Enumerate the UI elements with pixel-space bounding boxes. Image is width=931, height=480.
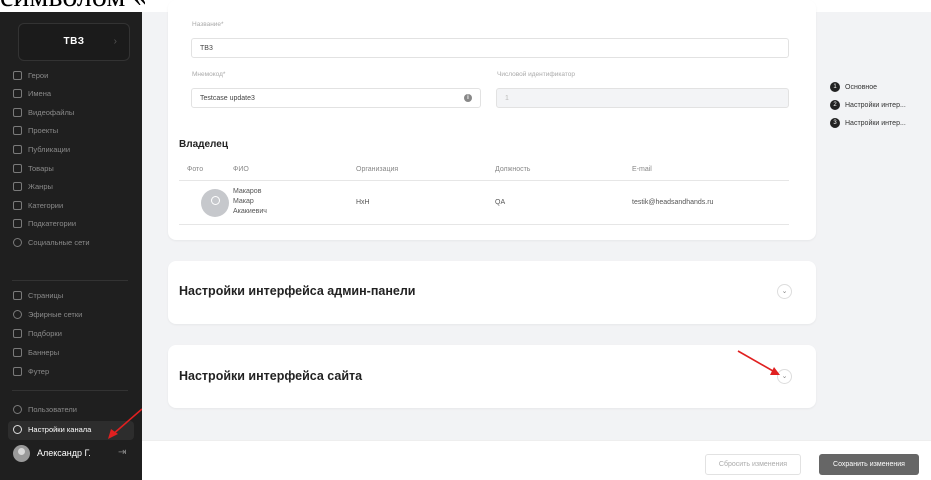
sidebar-item-products[interactable]: Товары [13,161,54,175]
projects-icon [13,125,22,135]
bag-icon [13,163,22,173]
numeric-id-label: Числовой идентификатор [497,71,575,78]
collection-icon [13,328,22,338]
owner-title: Владелец [179,139,228,150]
reset-button[interactable]: Сбросить изменения [705,454,801,475]
sidebar-item-channel-settings[interactable]: Настройки канала [13,422,91,436]
save-button[interactable]: Сохранить изменения [819,454,919,475]
avatar [201,189,229,217]
sidebar-item-names[interactable]: Имена [13,86,51,100]
mnemonic-value: Testcase update3 [200,95,255,102]
col-position: Должность [495,166,531,173]
link-icon [13,237,22,247]
sidebar-item-categories[interactable]: Категории [13,198,63,212]
chevron-down-icon[interactable]: ⌄ [777,369,792,384]
numeric-id-field: 1 [496,88,789,108]
channel-name: ТВЗ [63,36,85,47]
accordion-title-site: Настройки интерфейса сайта [179,369,363,383]
footer-icon [13,366,22,376]
chevron-right-icon: › [113,36,117,47]
sidebar-item-social[interactable]: Социальные сети [13,235,90,249]
action-bar: Сбросить изменения Сохранить изменения [142,440,931,480]
star-icon [13,88,22,98]
sidebar-item-publications[interactable]: Публикации [13,142,70,156]
section-nav-item[interactable]: 3 Настройки интер... [830,118,906,128]
user-panel: Александр Г. ⇥ [0,440,142,480]
broadcast-icon [13,309,22,319]
sidebar-item-projects[interactable]: Проекты [13,123,58,137]
sidebar: ТВЗ › Герои Имена Видеофайлы Проекты Пуб… [0,12,143,480]
sidebar-item-banners[interactable]: Баннеры [13,345,59,359]
name-field[interactable]: ТВ3 [191,38,789,58]
owner-org: HxH [356,199,370,206]
admin-settings-accordion[interactable]: Настройки интерфейса админ-панели ⌄ [168,261,816,324]
site-settings-accordion[interactable]: Настройки интерфейса сайта ⌄ [168,345,816,408]
channel-switcher[interactable]: ТВЗ › [18,23,130,61]
sidebar-item-schedules[interactable]: Эфирные сетки [13,307,82,321]
mnemonic-field[interactable]: Testcase update3 i [191,88,481,108]
sidebar-item-heroes[interactable]: Герои [13,68,48,82]
owner-position: QA [495,199,506,206]
heroes-icon [13,70,22,80]
logout-icon[interactable]: ⇥ [118,447,126,458]
gear-icon [13,424,22,434]
sidebar-item-pages[interactable]: Страницы [13,288,63,302]
section-nav-item[interactable]: 1 Основное [830,82,877,92]
sidebar-item-collections[interactable]: Подборки [13,326,62,340]
mnemonic-label: Мнемокод* [192,71,226,78]
section-nav-item[interactable]: 2 Настройки интер... [830,100,906,110]
user-name: Александр Г. [37,448,91,458]
sidebar-divider [12,390,128,391]
film-icon [13,107,22,117]
table-divider [179,224,789,225]
sidebar-item-users[interactable]: Пользователи [13,402,77,416]
image-icon [13,347,22,357]
owner-email: testik@headsandhands.ru [632,199,714,206]
table-divider [179,180,789,181]
col-fio: ФИО [233,166,249,173]
folder-open-icon [13,218,22,228]
genres-icon [13,181,22,191]
publications-icon [13,144,22,154]
avatar[interactable] [13,445,30,462]
col-photo: Фото [187,166,204,173]
name-label: Название* [192,21,224,28]
general-section-card: Название* ТВ3 Мнемокод* Testcase update3… [168,0,816,240]
owner-fio: Макаров Макар Акакиевич [233,188,267,215]
col-email: E-mail [632,166,652,173]
user-icon [13,404,22,414]
sidebar-item-videofiles[interactable]: Видеофайлы [13,105,74,119]
sidebar-item-footer[interactable]: Футер [13,364,49,378]
document-fragment: символом «-»). [0,0,145,12]
accordion-title-admin: Настройки интерфейса админ-панели [179,284,416,298]
main-content: Название* ТВ3 Мнемокод* Testcase update3… [142,0,931,480]
sidebar-divider [12,280,128,281]
document-fragment-text: символом «-»). [0,0,145,12]
chevron-down-icon[interactable]: ⌄ [777,284,792,299]
sidebar-item-subcategories[interactable]: Подкатегории [13,216,76,230]
col-org: Организация [356,166,399,173]
page-icon [13,290,22,300]
sidebar-item-genres[interactable]: Жанры [13,179,53,193]
info-icon[interactable]: i [464,94,472,102]
folder-icon [13,200,22,210]
